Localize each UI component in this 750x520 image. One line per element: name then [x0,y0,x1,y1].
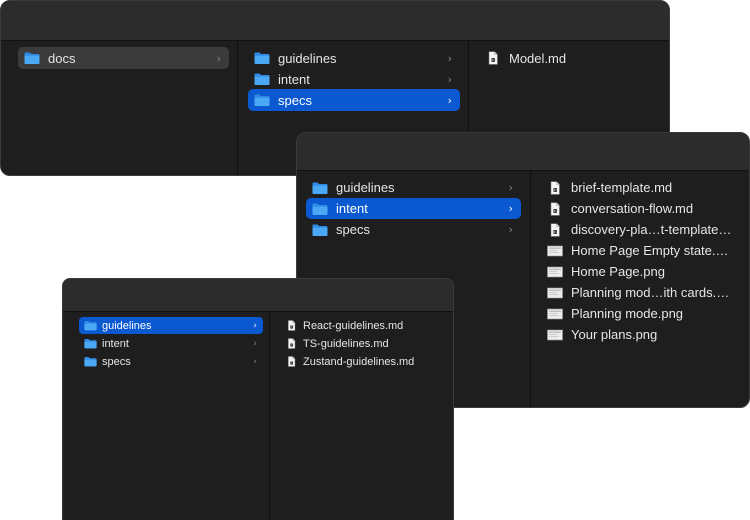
row-label: Zustand-guidelines.md [303,355,415,368]
file-row-react-guidelines-md[interactable]: React-guidelines.md [280,317,450,334]
folder-row-guidelines[interactable]: guidelines › [79,317,263,334]
document-icon [547,222,563,237]
folder-row-docs[interactable]: docs › [18,47,229,69]
image-icon [547,328,563,342]
file-row-planning-mode-png[interactable]: Planning mode.png [541,303,741,324]
document-icon [547,180,563,195]
folder-icon [84,356,97,367]
chevron-right-icon: › [447,72,452,86]
row-label: intent [278,71,310,87]
document-icon [285,320,298,331]
folder-icon [254,93,270,107]
row-label: intent [336,201,368,216]
folder-icon [312,181,328,195]
image-icon [547,286,563,300]
row-label: Planning mode.png [571,306,684,321]
finder-window-guidelines: guidelines › intent › specs › React-guidelines… [62,278,454,520]
window-titlebar[interactable] [63,279,453,312]
chevron-right-icon: › [508,223,513,236]
chevron-right-icon: › [447,93,452,107]
image-icon [547,307,563,321]
row-label: TS-guidelines.md [303,337,389,350]
chevron-right-icon: › [253,338,257,349]
row-label: guidelines [102,319,152,332]
folder-icon [312,223,328,237]
file-row-discovery-pla-t-template-md[interactable]: discovery-pla…t-template.md [541,219,741,240]
file-row-your-plans-png[interactable]: Your plans.png [541,324,741,345]
file-row-model-md[interactable]: Model.md [479,47,659,69]
chevron-right-icon: › [253,356,257,367]
chevron-right-icon: › [216,51,221,65]
row-label: conversation-flow.md [571,201,694,216]
folder-row-intent[interactable]: intent › [79,335,263,352]
row-label: specs [278,92,312,108]
row-label: specs [102,355,131,368]
file-row-ts-guidelines-md[interactable]: TS-guidelines.md [280,335,450,352]
folder-row-specs[interactable]: specs › [79,353,263,370]
row-label: Home Page.png [571,264,665,279]
folder-row-specs[interactable]: specs › [306,219,521,240]
folder-icon [24,51,40,65]
chevron-right-icon: › [508,181,513,194]
window-titlebar[interactable] [1,1,669,41]
row-label: Planning mod…ith cards.png [571,285,733,300]
folder-icon [312,202,328,216]
folder-icon [84,320,97,331]
folder-icon [254,51,270,65]
row-label: React-guidelines.md [303,319,404,332]
file-row-brief-template-md[interactable]: brief-template.md [541,177,741,198]
file-row-conversation-flow-md[interactable]: conversation-flow.md [541,198,741,219]
row-label: Home Page Empty state.png [571,243,733,258]
file-row-planning-mod-ith-cards-png[interactable]: Planning mod…ith cards.png [541,282,741,303]
file-row-zustand-guidelines-md[interactable]: Zustand-guidelines.md [280,353,450,370]
file-row-home-page-empty-state-png[interactable]: Home Page Empty state.png [541,240,741,261]
folder-icon [84,338,97,349]
document-icon [285,356,298,367]
folder-icon [254,72,270,86]
row-label: Your plans.png [571,327,658,342]
row-label: docs [48,50,76,66]
image-icon [547,265,563,279]
row-label: specs [336,222,370,237]
row-label: brief-template.md [571,180,673,195]
row-label: discovery-pla…t-template.md [571,222,733,237]
row-label: Model.md [509,50,567,66]
file-row-home-page-png[interactable]: Home Page.png [541,261,741,282]
folder-row-guidelines[interactable]: guidelines › [306,177,521,198]
folder-row-specs[interactable]: specs › [248,89,460,111]
document-icon [547,201,563,216]
document-icon [485,51,501,65]
row-label: intent [102,337,129,350]
chevron-right-icon: › [447,51,452,65]
folder-row-guidelines[interactable]: guidelines › [248,47,460,69]
chevron-right-icon: › [508,202,513,215]
document-icon [285,338,298,349]
row-label: guidelines [278,50,337,66]
folder-row-intent[interactable]: intent › [248,68,460,90]
folder-row-intent[interactable]: intent › [306,198,521,219]
window-titlebar[interactable] [297,133,749,171]
image-icon [547,244,563,258]
row-label: guidelines [336,180,395,195]
chevron-right-icon: › [253,320,257,331]
